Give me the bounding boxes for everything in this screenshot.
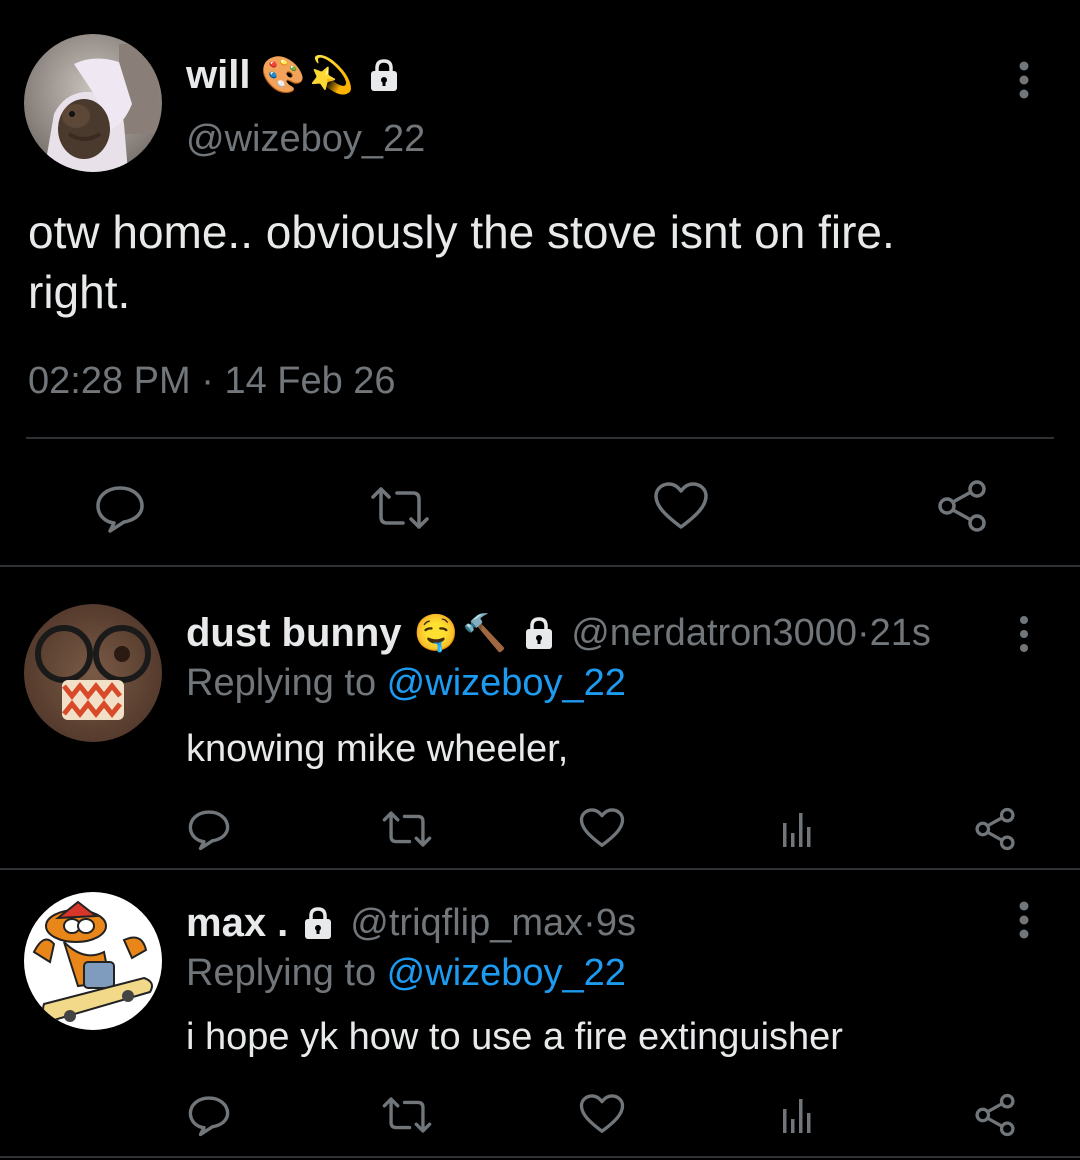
analytics-icon <box>783 813 811 847</box>
mention-link[interactable]: @wizeboy_22 <box>387 662 626 704</box>
like-button[interactable] <box>578 806 626 850</box>
like-button[interactable] <box>652 478 710 534</box>
lock-icon <box>521 615 557 651</box>
display-name[interactable]: will <box>186 53 250 98</box>
divider <box>0 1156 1080 1158</box>
analytics-button[interactable] <box>776 808 820 850</box>
share-icon <box>975 1093 1015 1137</box>
reply-icon <box>188 1096 230 1137</box>
replying-to: Replying to @wizeboy_22 <box>186 662 626 705</box>
tweet-timestamp[interactable]: 02:28 PM · 14 Feb 26 <box>28 360 396 403</box>
share-button[interactable] <box>972 1092 1018 1138</box>
date: 14 Feb 26 <box>224 360 396 402</box>
avatar[interactable] <box>24 892 162 1030</box>
display-name[interactable]: max . <box>186 901 288 946</box>
share-button[interactable] <box>972 806 1018 852</box>
handle[interactable]: @nerdatron3000 <box>571 612 857 655</box>
like-icon <box>579 1094 625 1133</box>
reply-button[interactable] <box>92 480 148 536</box>
mention-link[interactable]: @wizeboy_22 <box>387 952 626 994</box>
share-icon <box>975 807 1015 851</box>
avatar[interactable] <box>24 604 162 742</box>
lock-icon <box>300 905 336 941</box>
avatar[interactable] <box>24 34 162 172</box>
analytics-icon <box>783 1099 811 1133</box>
retweet-icon <box>371 487 429 529</box>
reply-text: i hope yk how to use a fire extinguisher <box>186 1016 843 1058</box>
separator: · <box>856 611 870 654</box>
like-icon <box>579 808 625 847</box>
hammer-emoji: 🔨 <box>462 612 508 653</box>
divider <box>26 437 1054 439</box>
handle[interactable]: @wizeboy_22 <box>186 118 425 161</box>
tweet-text-line: otw home.. obviously the stove isnt on f… <box>28 206 895 258</box>
tweet-text: otw home.. obviously the stove isnt on f… <box>28 202 1058 322</box>
replying-to-label: Replying to <box>186 662 387 704</box>
tweet-text-line: right. <box>28 266 131 318</box>
more-options-icon[interactable] <box>1006 614 1042 654</box>
retweet-button[interactable] <box>380 806 434 852</box>
reply-header: dust bunny 🤤 🔨 @nerdatron3000 · 21s <box>186 606 931 660</box>
retweet-button[interactable] <box>368 480 432 536</box>
timestamp[interactable]: 9s <box>596 902 636 945</box>
timestamp[interactable]: 21s <box>870 612 931 655</box>
retweet-icon <box>382 1097 432 1133</box>
analytics-button[interactable] <box>776 1094 820 1136</box>
handle[interactable]: @triqflip_max <box>350 902 583 945</box>
dizzy-emoji: 💫 <box>309 54 355 95</box>
like-button[interactable] <box>578 1092 626 1136</box>
retweet-button[interactable] <box>380 1092 434 1138</box>
replying-to: Replying to @wizeboy_22 <box>186 952 626 995</box>
reply-icon <box>188 810 230 851</box>
reply-button[interactable] <box>184 1090 234 1140</box>
time: 02:28 PM <box>28 360 191 402</box>
replying-to-label: Replying to <box>186 952 387 994</box>
share-icon <box>938 480 986 532</box>
retweet-icon <box>382 811 432 847</box>
drooling-face-emoji: 🤤 <box>413 612 459 653</box>
lock-icon <box>366 57 402 93</box>
divider <box>0 868 1080 870</box>
display-name[interactable]: dust bunny <box>186 611 402 656</box>
share-button[interactable] <box>934 478 990 534</box>
reply-icon <box>96 486 144 533</box>
divider <box>0 565 1080 567</box>
reply-header: max . @triqflip_max · 9s <box>186 896 636 950</box>
reply-button[interactable] <box>184 804 234 854</box>
tweet-header: will 🎨 💫 <box>186 48 402 102</box>
palette-emoji: 🎨 <box>260 54 306 95</box>
separator: · <box>190 360 225 402</box>
separator: · <box>583 901 596 944</box>
like-icon <box>654 482 708 529</box>
reply-text: knowing mike wheeler, <box>186 728 569 770</box>
more-options-icon[interactable] <box>1004 60 1044 100</box>
more-options-icon[interactable] <box>1004 900 1044 940</box>
